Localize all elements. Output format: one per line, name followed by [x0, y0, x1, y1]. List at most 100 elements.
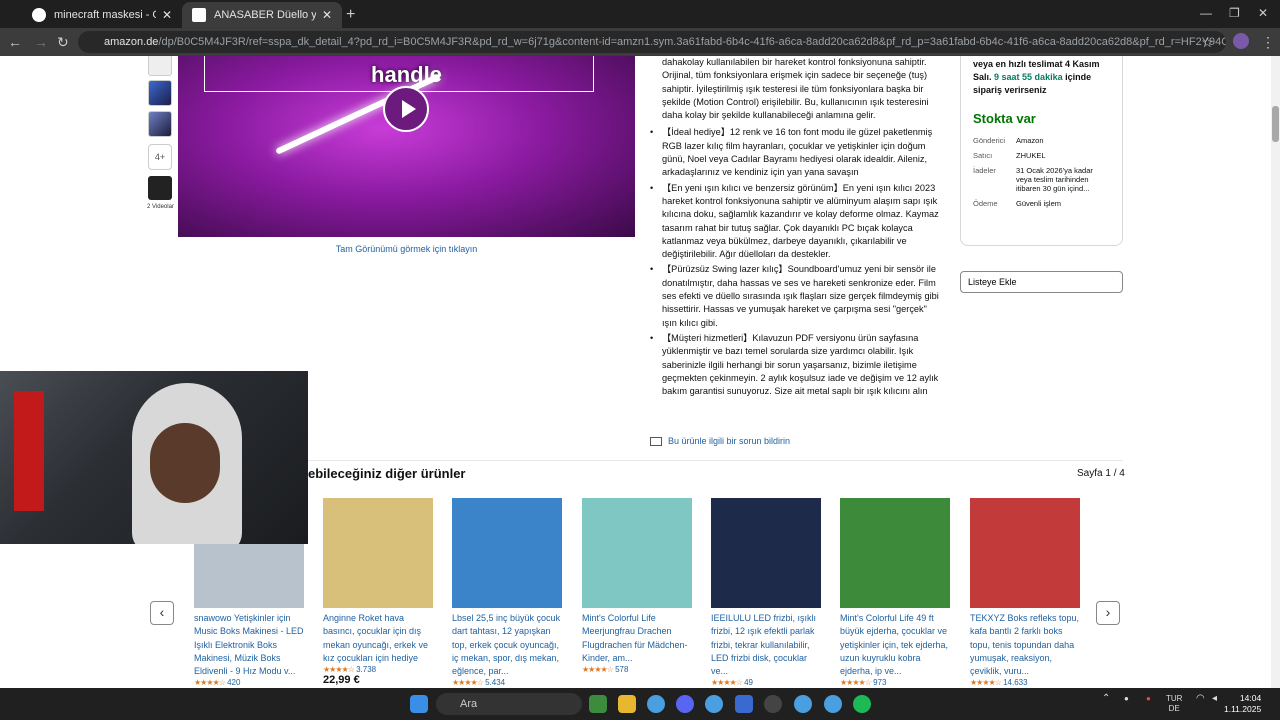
bullet-continuation: dahakolay kullanılabilen bir hareket kon… — [662, 57, 929, 121]
product-rating[interactable]: ★★★★☆ 5.434 — [452, 678, 564, 687]
maximize-icon[interactable]: ❐ — [1229, 6, 1240, 20]
taskbar-search[interactable]: Ara — [436, 693, 582, 715]
carousel-page-indicator: Sayfa 1 / 4 — [1077, 468, 1125, 479]
system-clock[interactable]: 14:04 1.11.2025 — [1224, 693, 1261, 715]
gallery-thumbnail[interactable] — [148, 56, 172, 76]
product-image[interactable] — [452, 498, 562, 608]
product-rating[interactable]: ★★★★☆ 3.738 — [323, 665, 435, 674]
reload-icon[interactable]: ↻ — [57, 34, 69, 51]
product-image[interactable] — [840, 498, 950, 608]
product-title[interactable]: Mint's Colorful Life Meerjungfrau Drache… — [582, 612, 694, 665]
videos-label: 2 Videolar — [147, 204, 174, 210]
spotify-icon[interactable] — [853, 695, 871, 713]
seller-info: Gönderici Amazon Satıcı ZHUKEL İadeler 31 O… — [973, 136, 1110, 208]
feature-bullet: 【Müşteri hizmetleri】Kılavuzun PDF versiy… — [648, 332, 944, 398]
browser-tab-bar: minecraft maskesi - Google'da A ✕ ANASAB… — [0, 0, 1280, 28]
minimize-icon[interactable]: — — [1200, 6, 1212, 20]
product-card[interactable]: Anginne Roket hava basıncı, çocuklar içi… — [323, 498, 435, 686]
profile-avatar[interactable] — [1233, 33, 1249, 49]
product-title[interactable]: Lbsel 25,5 inç büyük çocuk dart tahtası,… — [452, 612, 564, 678]
product-rating[interactable]: ★★★★☆ 14.633 — [970, 678, 1082, 687]
forward-icon[interactable]: → — [34, 34, 48, 50]
tray-chevron-icon[interactable]: ⌃ — [1102, 694, 1110, 704]
discord-icon[interactable] — [676, 695, 694, 713]
close-tab-icon[interactable]: ✕ — [162, 8, 172, 22]
product-image[interactable] — [582, 498, 692, 608]
returns-link[interactable]: 31 Ocak 2026'ya kadar veya teslim tarihi… — [1016, 166, 1110, 193]
stock-status: Stokta var — [973, 111, 1036, 126]
clock-date: 1.11.2025 — [1224, 704, 1262, 714]
menu-icon[interactable]: ⋮ — [1261, 34, 1275, 51]
carousel-prev-button[interactable]: ‹ — [150, 601, 174, 625]
page-scrollbar[interactable] — [1271, 56, 1280, 688]
feature-bullet: 【Pürüzsüz Swing lazer kılıç】Soundboard'u… — [648, 263, 944, 329]
info-label: Satıcı — [973, 151, 993, 160]
file-explorer-icon[interactable] — [618, 695, 636, 713]
tab-label: ANASABER Düello yapan ışın kı — [214, 9, 316, 21]
more-images-button[interactable]: 4+ — [148, 144, 172, 170]
product-card[interactable]: IEEILULU LED frizbi, ışıklı frizbi, 12 ı… — [711, 498, 823, 687]
tab-google-search[interactable]: minecraft maskesi - Google'da A ✕ — [22, 2, 182, 28]
product-card[interactable]: Mint's Colorful Life Meerjungfrau Drache… — [582, 498, 694, 674]
chrome-icon[interactable] — [794, 695, 812, 713]
microphone-icon[interactable]: ● — [1146, 694, 1151, 704]
minecraft-icon[interactable] — [589, 695, 607, 713]
product-rating[interactable]: ★★★★☆ 973 — [840, 678, 952, 687]
back-icon[interactable]: ← — [8, 34, 22, 50]
app-icon[interactable] — [735, 695, 753, 713]
full-view-link[interactable]: Tam Görünümü görmek için tıklayın — [178, 244, 635, 254]
chrome-icon[interactable] — [647, 695, 665, 713]
tray-app-icon[interactable]: ● — [1124, 694, 1129, 704]
close-window-icon[interactable]: ✕ — [1258, 6, 1268, 20]
volume-icon[interactable]: ◂ — [1212, 694, 1217, 704]
bookmark-star-icon[interactable]: ☆ — [1201, 34, 1214, 51]
chrome-icon[interactable] — [824, 695, 842, 713]
gallery-thumbnail[interactable] — [148, 80, 172, 106]
scrollbar-thumb[interactable] — [1272, 106, 1279, 142]
chrome-icon[interactable] — [705, 695, 723, 713]
product-image[interactable] — [323, 498, 433, 608]
product-title[interactable]: IEEILULU LED frizbi, ışıklı frizbi, 12 ı… — [711, 612, 823, 678]
info-value: Amazon — [1016, 136, 1044, 145]
product-rating[interactable]: ★★★★☆ 578 — [582, 665, 694, 674]
carousel-next-button[interactable]: › — [1096, 601, 1120, 625]
product-rating[interactable]: ★★★★☆ 420 — [194, 678, 306, 687]
product-image[interactable] — [711, 498, 821, 608]
star-rating-icon: ★★★★☆ — [452, 678, 484, 688]
product-title[interactable]: TEKXYZ Boks refleks topu, kafa bantlı 2 … — [970, 612, 1082, 678]
keyboard-layout: DE — [1168, 704, 1180, 713]
buy-box: veya en hızlı teslimat 4 Kasım Salı. 9 s… — [960, 56, 1123, 246]
add-to-list-button[interactable]: Listeye Ekle — [960, 271, 1123, 293]
address-bar[interactable]: amazon.de/dp/B0C5M4JF3R/ref=sspa_dk_deta… — [78, 31, 1226, 53]
product-card[interactable]: Mint's Colorful Life 49 ft büyük ejderha… — [840, 498, 952, 687]
rating-count: 49 — [744, 678, 753, 688]
seller-link[interactable]: ZHUKEL — [1016, 151, 1110, 160]
product-card[interactable]: TEKXYZ Boks refleks topu, kafa bantlı 2 … — [970, 498, 1082, 687]
wifi-icon[interactable]: ◠ — [1196, 694, 1205, 704]
windows-start-icon[interactable] — [410, 695, 428, 713]
report-issue-label: Bu ürünle ilgili bir sorun bildirin — [668, 436, 791, 446]
rating-count: 3.738 — [356, 665, 377, 675]
payment-link[interactable]: Güvenli işlem — [1016, 199, 1110, 208]
gallery-thumbnail[interactable] — [148, 111, 172, 137]
product-image[interactable] — [970, 498, 1080, 608]
product-rating[interactable]: ★★★★☆ 49 — [711, 678, 823, 687]
obs-icon[interactable] — [764, 695, 782, 713]
close-tab-icon[interactable]: ✕ — [322, 8, 332, 22]
search-placeholder: Ara — [460, 698, 478, 710]
product-title[interactable]: Anginne Roket hava basıncı, çocuklar içi… — [323, 612, 435, 665]
report-issue-link[interactable]: Bu ürünle ilgili bir sorun bildirin — [650, 436, 791, 447]
rating-count: 5.434 — [485, 678, 506, 688]
star-rating-icon: ★★★★☆ — [970, 678, 1002, 688]
play-icon[interactable] — [383, 86, 429, 132]
tab-amazon-product[interactable]: ANASABER Düello yapan ışın kı ✕ — [182, 2, 342, 28]
product-video[interactable]: handle — [178, 56, 635, 237]
language-indicator[interactable]: TUR DE — [1166, 694, 1182, 714]
product-title[interactable]: snawowo Yetişkinler için Music Boks Maki… — [194, 612, 306, 678]
video-thumbnail[interactable] — [148, 176, 172, 200]
browser-toolbar: ← → ↻ amazon.de/dp/B0C5M4JF3R/ref=sspa_d… — [0, 28, 1280, 56]
new-tab-button[interactable]: + — [346, 6, 355, 24]
product-card[interactable]: Lbsel 25,5 inç büyük çocuk dart tahtası,… — [452, 498, 564, 687]
delivery-line: veya en hızlı teslimat 4 Kasım — [973, 59, 1100, 69]
product-title[interactable]: Mint's Colorful Life 49 ft büyük ejderha… — [840, 612, 952, 678]
